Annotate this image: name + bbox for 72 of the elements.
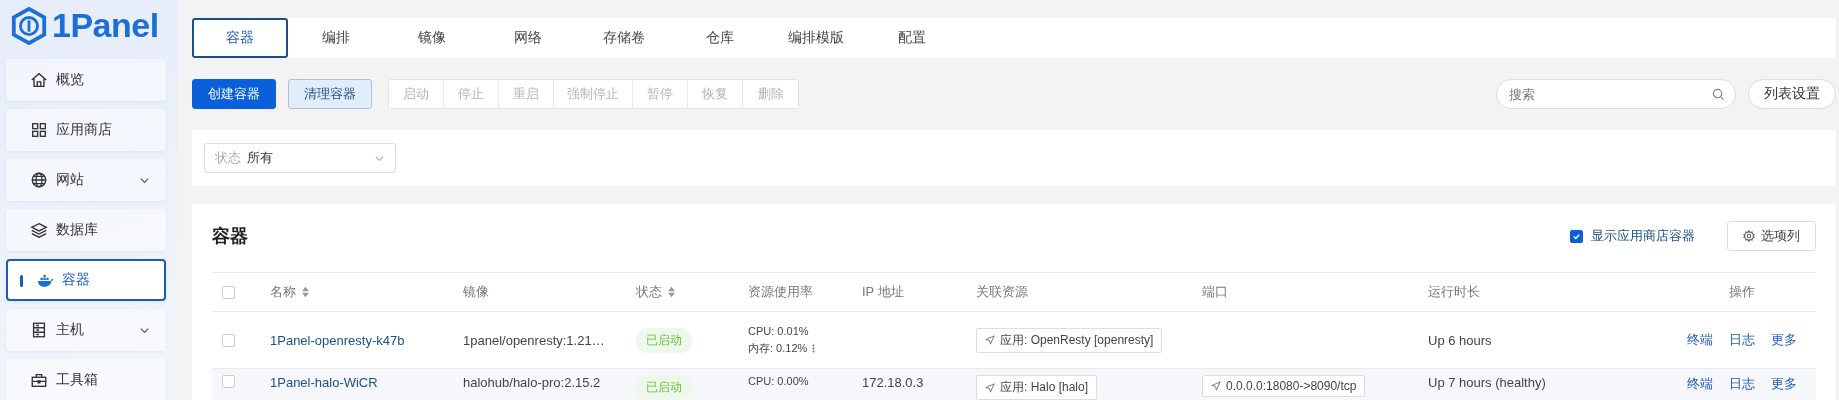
- gear-icon: [1743, 230, 1755, 242]
- status-tag: 已启动: [636, 327, 692, 353]
- toolbox-icon: [30, 371, 48, 389]
- tab[interactable]: 镜像: [384, 18, 480, 58]
- column-header: 操作: [1729, 283, 1755, 301]
- cpu-usage: CPU: 0.00%: [748, 375, 809, 387]
- clean-containers-button[interactable]: 清理容器: [288, 79, 372, 109]
- action-link[interactable]: 终端: [1687, 375, 1713, 393]
- sidebar-item[interactable]: 主机: [6, 309, 166, 351]
- table-cell: halohub/halo-pro:2.15.2: [463, 375, 601, 390]
- column-header: 运行时长: [1428, 283, 1480, 301]
- sort-icon[interactable]: [301, 286, 310, 298]
- tab[interactable]: 配置: [864, 18, 960, 58]
- table-cell: 172.18.0.3: [862, 375, 924, 390]
- sidebar-item[interactable]: 工具箱: [6, 359, 166, 400]
- sidebar-item[interactable]: 应用商店: [6, 109, 166, 151]
- brand-name: 1Panel: [52, 6, 159, 45]
- container-name-link[interactable]: 1Panel-openresty-k47b: [270, 332, 405, 348]
- card-title: 容器: [212, 225, 248, 248]
- action-link[interactable]: 更多: [1771, 375, 1797, 393]
- send-icon: [1211, 381, 1221, 391]
- tab[interactable]: 网络: [480, 18, 576, 58]
- linked-resource-tag[interactable]: 应用: Halo [halo]: [976, 375, 1098, 400]
- search-icon: [1712, 88, 1725, 101]
- layers-icon: [30, 221, 48, 239]
- action-link[interactable]: 日志: [1729, 375, 1755, 393]
- table-cell: 1panel/openresty:1.21…: [463, 332, 605, 348]
- grid-icon: [30, 121, 48, 139]
- action-link[interactable]: 更多: [1771, 331, 1797, 349]
- checkbox[interactable]: [1570, 229, 1583, 243]
- status-select[interactable]: 状态 所有: [204, 143, 396, 173]
- more-vertical-icon[interactable]: [812, 342, 816, 354]
- sidebar-item[interactable]: 概览: [6, 59, 166, 101]
- column-header: 端口: [1202, 283, 1228, 301]
- column-header: 关联资源: [976, 283, 1028, 301]
- send-icon: [985, 382, 995, 393]
- table-cell: Up 7 hours (healthy): [1428, 375, 1546, 390]
- home-icon: [30, 71, 48, 89]
- column-header: 镜像: [463, 283, 489, 301]
- tab[interactable]: 编排: [288, 18, 384, 58]
- sort-icon[interactable]: [667, 286, 676, 298]
- sidebar-item[interactable]: 网站: [6, 159, 166, 201]
- globe-icon: [30, 171, 48, 189]
- column-header: IP 地址: [862, 283, 904, 301]
- column-options-button[interactable]: 选项列: [1727, 221, 1816, 251]
- column-header: 资源使用率: [748, 283, 813, 301]
- send-icon: [985, 335, 995, 345]
- list-settings-button[interactable]: 列表设置: [1748, 79, 1836, 109]
- highlighted-row[interactable]: 1Panel-halo-WiCR halohub/halo-pro:2.15.2 已启动 CPU: 0.00% 172.18.0.3 应用: Halo [halo] 0.0.0.0:18080->8090/tcp Up 7 hours (healthy) 终端 日志 更多: [212, 369, 1816, 400]
- tab[interactable]: 仓库: [672, 18, 768, 58]
- tab[interactable]: 存储卷: [576, 18, 672, 58]
- server-icon: [30, 321, 48, 339]
- container-name-link[interactable]: 1Panel-halo-WiCR: [270, 375, 378, 390]
- cpu-usage: CPU: 0.01%: [748, 324, 809, 337]
- checkbox-label[interactable]: 显示应用商店容器: [1591, 227, 1695, 245]
- linked-resource-tag[interactable]: 应用: OpenResty [openresty]: [976, 327, 1163, 353]
- table-cell: Up 6 hours: [1428, 332, 1492, 348]
- search-field[interactable]: 搜索: [1496, 79, 1736, 109]
- column-header[interactable]: 名称: [270, 283, 310, 301]
- sidebar-item[interactable]: 容器: [6, 259, 166, 301]
- logo-icon: [10, 6, 48, 45]
- status-tag: 已启动: [636, 375, 692, 400]
- sidebar-item[interactable]: 数据库: [6, 209, 166, 251]
- action-link[interactable]: 日志: [1729, 331, 1755, 349]
- column-header[interactable]: 状态: [636, 283, 676, 301]
- memory-usage: 内存: 0.12%: [748, 340, 808, 356]
- tab[interactable]: 容器: [192, 18, 288, 58]
- check-icon: [1572, 231, 1581, 241]
- port-tag[interactable]: 0.0.0.0:18080->8090/tcp: [1202, 375, 1366, 397]
- action-link[interactable]: 终端: [1687, 331, 1713, 349]
- tab[interactable]: 编排模版: [768, 18, 864, 58]
- create-container-button[interactable]: 创建容器: [192, 79, 276, 109]
